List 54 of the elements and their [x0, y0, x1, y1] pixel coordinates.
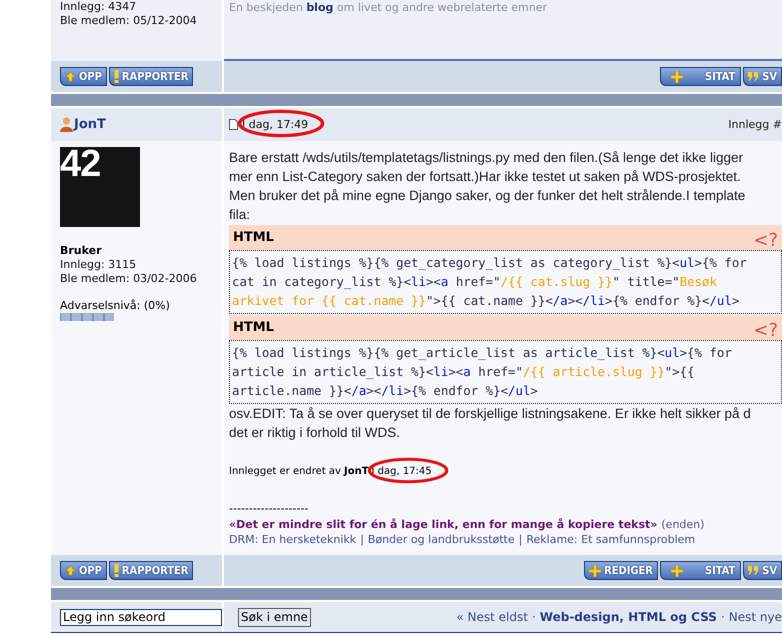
code-language: HTML: [233, 230, 274, 245]
document-icon: [229, 119, 238, 130]
signature-rule: --------------------: [229, 503, 310, 515]
user-rank: Bruker: [60, 244, 103, 258]
up-arrow-icon: [65, 565, 76, 576]
code-line: {% load listings %}{% get_category_list as category_list %}<ul>{% for: [232, 254, 748, 272]
signature-link[interactable]: Reklame: Et samfunnsproblem: [526, 533, 696, 546]
quote-marks-icon: [748, 72, 760, 81]
member-stat: Ble medlem: 03/02-2006: [60, 272, 198, 286]
post-text: det er riktig i forhold til WDS.: [229, 424, 402, 442]
exclamation-icon: [114, 70, 119, 83]
user-icon: [60, 117, 73, 132]
signature-suffix: (enden): [661, 518, 704, 531]
member-stat: Innlegg: 4347: [60, 0, 138, 14]
post-text: Men bruker det på mine egne Django saker, og der funker det helt strålende.I template: [229, 187, 746, 205]
code-line: arkivet for {{ cat.name }}">{{ cat.name }}</a></li>{% endfor %}</ul>: [232, 292, 740, 310]
code-line: {% load listings %}{% get_article_list as article_list %}<ul>{% for: [232, 344, 733, 362]
up-arrow-icon: [65, 71, 76, 82]
nav-separator: ·: [532, 610, 536, 624]
warning-label: Advarselsnivå: (0%): [60, 299, 171, 313]
search-field[interactable]: Legg inn søkeord: [60, 608, 222, 626]
exclamation-icon: [114, 564, 119, 577]
post-text: osv.EDIT: Ta å se over queryset til de forskjellige listningsakene. Er ikke helt sikker på d: [229, 405, 752, 423]
code-line: article in article_list %}<li><a href="/{{ article.slug }}">{{: [232, 363, 696, 381]
link-separator: |: [518, 533, 522, 546]
author-name[interactable]: JonT: [74, 117, 106, 132]
plus-icon: [670, 70, 683, 82]
nav-link[interactable]: Nest nye: [728, 610, 782, 624]
signature-quote: «Det er mindre slit for én å lage link, enn for mange å kopiere tekst»: [229, 518, 658, 531]
post-text: Bare erstatt /wds/utils/templatetags/listnings.py med den filen.(Så lenge det ikke ligger: [229, 149, 744, 167]
editor-name: JonT: [344, 466, 369, 477]
code-line: article.name }}</a></li>{% endfor %}</ul>: [232, 382, 539, 400]
code-logo: <?: [753, 230, 778, 250]
member-stat: Innlegg: 3115: [60, 258, 138, 272]
signature-link[interactable]: Bønder og landbruksstøtte: [368, 533, 515, 546]
signature-text: En beskjeden blog om livet og andre webrelaterte emner: [229, 0, 548, 14]
nav-separator: ·: [720, 610, 725, 624]
post-text: mer enn List-Category saken der fortsatt.)Har ikke testet ut saken på WDS-prosjektet.: [229, 168, 742, 186]
plus-icon: [670, 564, 683, 576]
code-logo: <?: [753, 320, 778, 340]
link-separator: |: [360, 533, 364, 546]
code-line: cat in category_list %}<li><a href="/{{ cat.slug }}" title="Besøk: [232, 273, 718, 291]
nav-link[interactable]: « Nest eldst: [456, 610, 528, 624]
quote-marks-icon: [748, 566, 760, 575]
member-stat: Ble medlem: 05/12-2004: [60, 14, 198, 28]
edit-note: Innlegget er endret av: [229, 466, 341, 477]
signature-link[interactable]: DRM: En hersketeknikk: [229, 533, 356, 546]
code-language: HTML: [233, 320, 274, 335]
forum-link[interactable]: Web-design, HTML og CSS: [540, 610, 717, 624]
avatar: 42: [60, 147, 140, 227]
plus-icon: [589, 564, 602, 576]
post-text: fila:: [229, 206, 252, 224]
search-button[interactable]: Søk i emne: [238, 608, 311, 626]
post-number[interactable]: Innlegg #: [728, 118, 782, 131]
